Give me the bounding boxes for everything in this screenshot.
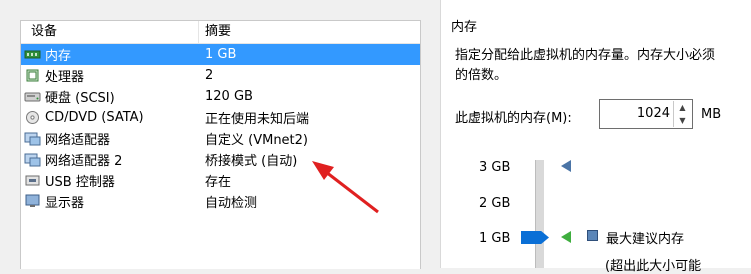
- memory-slider-track[interactable]: [535, 160, 544, 268]
- memory-stepper[interactable]: 1024 ▲ ▼: [599, 99, 693, 129]
- memory-value[interactable]: 1024: [637, 106, 670, 121]
- table-row-network-adapter[interactable]: 网络适配器 自定义 (VMnet2): [21, 128, 420, 149]
- stepper-buttons: ▲ ▼: [673, 101, 691, 127]
- device-label: 显示器: [45, 196, 85, 211]
- table-row-hard-disk[interactable]: 硬盘 (SCSI) 120 GB: [21, 86, 420, 107]
- table-row-cd-dvd[interactable]: CD/DVD (SATA) 正在使用未知后端: [21, 107, 420, 128]
- summary-cell: 自定义 (VMnet2): [205, 133, 308, 148]
- network-adapter-icon: [24, 153, 41, 167]
- device-label: 内存: [45, 49, 72, 64]
- memory-panel: 内存 指定分配给此虚拟机的内存量。内存大小必须 的倍数。 此虚拟机的内存(M):…: [440, 0, 751, 274]
- device-table: 设备 摘要 内存 1 GB 处理器 2 硬盘 (SCSI) 120 GB CD/…: [20, 20, 421, 269]
- memory-label: 此虚拟机的内存(M):: [455, 111, 572, 126]
- device-cell: 处理器: [21, 66, 199, 85]
- device-cell: 显示器: [21, 192, 199, 211]
- memory-icon: [24, 50, 41, 59]
- device-label: 网络适配器 2: [45, 154, 123, 169]
- summary-cell: 120 GB: [205, 89, 253, 104]
- summary-cell: 1 GB: [205, 47, 237, 62]
- max-memory-marker-icon: [561, 160, 571, 172]
- annotation-arrow-icon: [312, 161, 379, 214]
- summary-cell: 正在使用未知后端: [205, 112, 310, 127]
- device-cell: 内存: [21, 45, 199, 64]
- hard-disk-icon: [24, 92, 41, 102]
- memory-description: 指定分配给此虚拟机的内存量。内存大小必须 的倍数。: [455, 46, 751, 86]
- device-label: 硬盘 (SCSI): [45, 91, 115, 106]
- column-header-device[interactable]: 设备: [21, 21, 199, 43]
- table-row-processor[interactable]: 处理器 2: [21, 65, 420, 86]
- column-header-summary[interactable]: 摘要: [199, 21, 420, 43]
- panel-title: 内存: [451, 20, 478, 35]
- network-adapter-icon: [24, 132, 41, 146]
- device-label: 网络适配器: [45, 133, 111, 148]
- description-line-2: 的倍数。: [455, 68, 508, 83]
- stepper-up-icon[interactable]: ▲: [674, 101, 691, 114]
- device-label: CD/DVD (SATA): [45, 110, 144, 125]
- device-cell: 网络适配器: [21, 129, 199, 148]
- memory-unit: MB: [701, 107, 722, 122]
- device-cell: CD/DVD (SATA): [21, 110, 199, 125]
- cd-dvd-icon: [26, 111, 39, 124]
- device-cell: 网络适配器 2: [21, 150, 199, 169]
- table-row-memory[interactable]: 内存 1 GB: [21, 44, 420, 65]
- device-cell: 硬盘 (SCSI): [21, 87, 199, 106]
- memory-slider-thumb[interactable]: [521, 231, 549, 244]
- device-label: USB 控制器: [45, 175, 115, 190]
- tick-label: 1 GB: [479, 231, 511, 246]
- stepper-down-icon[interactable]: ▼: [674, 114, 691, 127]
- legend-max-recommended: 最大建议内存: [606, 232, 685, 247]
- device-label: 处理器: [45, 70, 85, 85]
- table-header: 设备 摘要: [21, 21, 420, 44]
- summary-cell: 2: [205, 68, 214, 83]
- usb-icon: [25, 175, 40, 186]
- recommended-memory-marker-icon: [561, 231, 571, 243]
- tick-label: 3 GB: [479, 160, 511, 175]
- description-line-1: 指定分配给此虚拟机的内存量。内存大小必须: [455, 48, 716, 63]
- monitor-icon: [25, 194, 40, 207]
- legend-swatch: [587, 230, 598, 241]
- tick-label: 2 GB: [479, 196, 511, 211]
- device-cell: USB 控制器: [21, 171, 199, 190]
- legend-note: (超出此大小可能: [605, 259, 702, 274]
- processor-icon: [26, 69, 39, 82]
